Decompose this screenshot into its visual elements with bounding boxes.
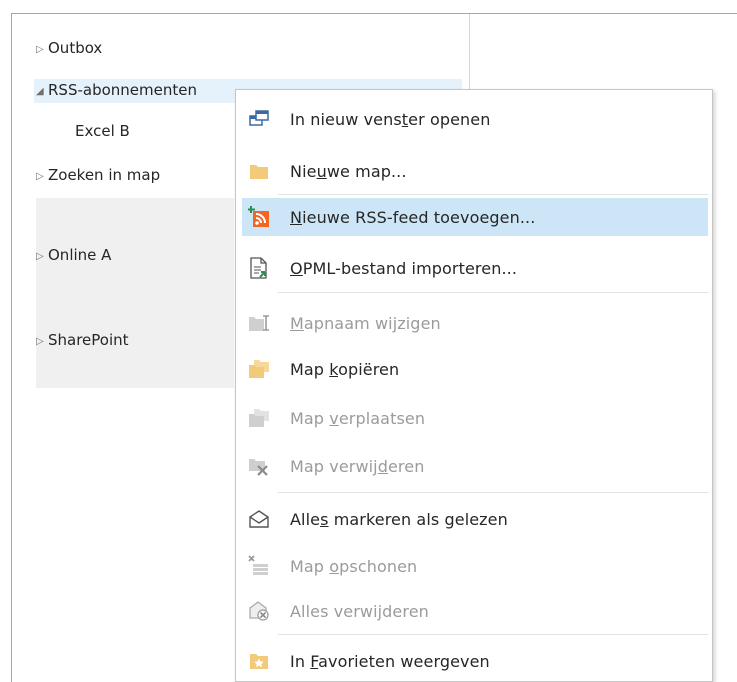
expand-arrow-icon[interactable]: ▷	[36, 39, 48, 61]
menu-item-label: Alles markeren als gelezen	[290, 509, 508, 529]
delete-all-icon	[248, 600, 270, 622]
folder-label: SharePoint	[48, 331, 129, 349]
menu-item-add-rss-feed[interactable]: Nieuwe RSS-feed toevoegen...	[242, 198, 708, 236]
menu-item-import-opml[interactable]: OPML-bestand importeren...	[242, 249, 708, 287]
copy-folder-icon	[248, 358, 270, 380]
menu-item-mark-all-read[interactable]: Alles markeren als gelezen	[242, 500, 708, 538]
menu-item-label: Nieuwe RSS-feed toevoegen...	[290, 207, 536, 227]
collapse-arrow-icon[interactable]: ◢	[36, 81, 48, 103]
new-window-icon	[248, 108, 270, 130]
menu-item-label: Map opschonen	[290, 556, 418, 576]
menu-item-label: Map verwijderen	[290, 456, 425, 476]
menu-item-label: Map kopiëren	[290, 359, 400, 379]
rename-folder-icon	[248, 312, 270, 334]
move-folder-icon	[248, 407, 270, 429]
menu-item-label: Map verplaatsen	[290, 408, 426, 428]
menu-item-label: OPML-bestand importeren...	[290, 258, 517, 278]
folder-online-a[interactable]: ▷ Online A	[36, 244, 111, 268]
folder-label: Online A	[48, 246, 112, 264]
menu-separator	[278, 194, 708, 195]
folder-label: Outbox	[48, 39, 103, 57]
menu-item-open-new-window[interactable]: In nieuw venster openen	[242, 100, 708, 138]
menu-separator	[278, 292, 708, 293]
menu-item-label: Alles verwijderen	[290, 601, 429, 621]
folder-label: Excel B	[75, 122, 130, 140]
menu-item-rename-folder[interactable]: Mapnaam wijzigen	[242, 304, 708, 342]
folder-label: Zoeken in map	[48, 166, 161, 184]
cleanup-icon	[248, 555, 270, 577]
expand-arrow-icon[interactable]: ▷	[36, 246, 48, 268]
folder-excel-b[interactable]: Excel B	[75, 120, 130, 142]
rss-add-icon	[248, 206, 270, 228]
folder-outbox[interactable]: ▷ Outbox	[36, 37, 102, 61]
folder-label: RSS-abonnementen	[48, 81, 197, 99]
menu-item-label: Mapnaam wijzigen	[290, 313, 441, 333]
favorites-icon	[248, 650, 270, 672]
folder-sharepoint[interactable]: ▷ SharePoint	[36, 329, 129, 353]
menu-item-copy-folder[interactable]: Map kopiëren	[242, 350, 708, 388]
menu-item-show-in-favorites[interactable]: In Favorieten weergeven	[242, 642, 708, 680]
folder-pane-shade	[36, 198, 234, 388]
menu-item-move-folder[interactable]: Map verplaatsen	[242, 399, 708, 437]
menu-item-clean-up-folder[interactable]: Map opschonen	[242, 547, 708, 585]
menu-item-label: Nieuwe map...	[290, 161, 407, 181]
menu-separator	[278, 492, 708, 493]
menu-item-new-folder[interactable]: Nieuwe map...	[242, 152, 708, 190]
delete-folder-icon	[248, 455, 270, 477]
mark-read-icon	[248, 508, 270, 530]
menu-item-label: In nieuw venster openen	[290, 109, 491, 129]
expand-arrow-icon[interactable]: ▷	[36, 331, 48, 353]
expand-arrow-icon[interactable]: ▷	[36, 166, 48, 188]
menu-separator	[278, 634, 708, 635]
import-file-icon	[248, 257, 270, 279]
context-menu: In nieuw venster openen Nieuwe map... Ni…	[235, 89, 713, 682]
menu-item-label: In Favorieten weergeven	[290, 651, 490, 671]
folder-search[interactable]: ▷ Zoeken in map	[36, 164, 160, 188]
folder-icon	[248, 160, 270, 182]
menu-item-delete-folder[interactable]: Map verwijderen	[242, 447, 708, 485]
menu-item-delete-all[interactable]: Alles verwijderen	[242, 592, 708, 630]
